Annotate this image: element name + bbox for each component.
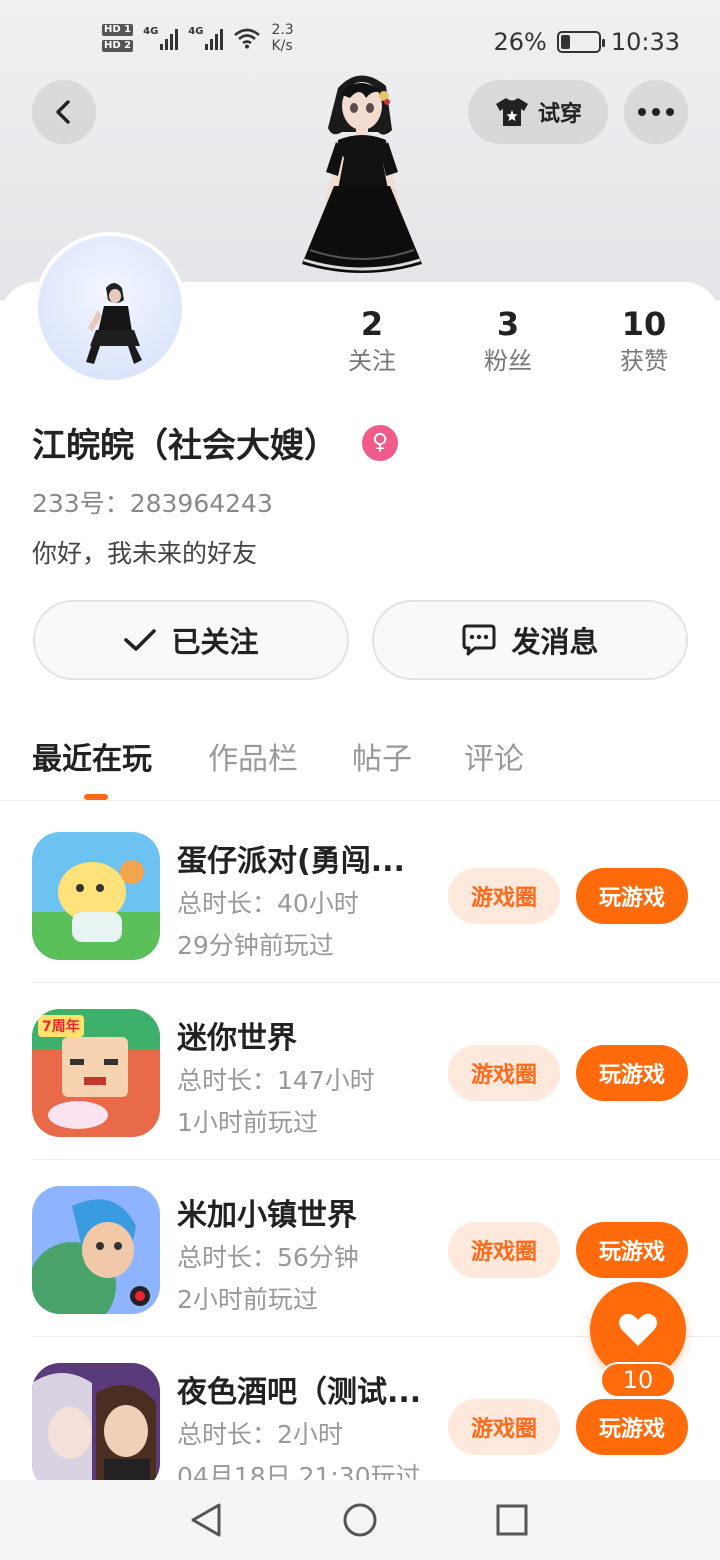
likes-count: 10 (621, 305, 667, 343)
user-bio: 你好，我未来的好友 (32, 539, 258, 568)
followed-label: 已关注 (171, 625, 259, 659)
following-count: 2 (360, 305, 384, 343)
game-last-played: 1小时前玩过 (177, 1108, 318, 1137)
tabs-divider (0, 800, 720, 801)
tab-posts[interactable]: 帖子 (352, 734, 412, 778)
try-on-label: 试穿 (537, 102, 582, 127)
name-row: 江皖皖（社会大嫂） ♀ (32, 418, 398, 467)
game-title: 迷你世界 (177, 1021, 297, 1056)
shirt-icon (495, 98, 528, 126)
back-button[interactable] (32, 80, 96, 144)
play-game-button[interactable]: 玩游戏 (576, 1222, 688, 1278)
like-count-badge: 10 (600, 1362, 676, 1398)
game-total-duration: 总时长：2小时 (177, 1420, 343, 1449)
user-id-value: 283964243 (129, 489, 273, 518)
battery-icon (556, 31, 605, 53)
nav-home-button[interactable] (340, 1500, 380, 1540)
game-title: 蛋仔派对(勇闯... (177, 844, 405, 879)
hd-indicators: HD 1 HD 2 (102, 24, 134, 52)
user-id[interactable]: 233号：283964243 (32, 484, 273, 520)
game-badge: 7周年 (38, 1015, 84, 1037)
female-gender-icon: ♀ (362, 424, 398, 461)
eggy-party-icon (32, 832, 160, 960)
chat-bubble-icon (462, 624, 496, 656)
signal-2-icon: 4G (188, 26, 224, 50)
game-last-played: 2小时前玩过 (177, 1285, 318, 1314)
followers-stat[interactable]: 3 粉丝 (448, 304, 568, 378)
game-last-played: 04月18日 21:30玩过 (177, 1462, 421, 1480)
likes-stat[interactable]: 10 获赞 (584, 304, 704, 378)
game-icon-miga-town[interactable] (32, 1186, 160, 1314)
followers-label: 粉丝 (484, 347, 532, 375)
nav-back-button[interactable] (186, 1500, 226, 1540)
send-message-label: 发消息 (511, 625, 599, 659)
clock: 10:33 (610, 28, 680, 56)
play-game-button[interactable]: 玩游戏 (576, 868, 688, 924)
status-left: HD 1 HD 2 4G 4G 2.3 K/s (102, 22, 294, 54)
heart-icon (619, 1313, 657, 1346)
battery-fill (560, 35, 570, 49)
following-label: 关注 (348, 347, 396, 375)
game-circle-button[interactable]: 游戏圈 (448, 868, 560, 924)
nav-recents-button[interactable] (492, 1500, 532, 1540)
game-icon-night-bar[interactable] (32, 1363, 160, 1480)
network-speed: 2.3 K/s (271, 22, 294, 54)
user-avatar[interactable] (34, 232, 186, 384)
game-row[interactable]: 7周年 迷你世界 总时长：147小时 1小时前玩过 游戏圈 玩游戏 (0, 983, 720, 1160)
likes-label: 获赞 (620, 347, 668, 375)
send-message-button[interactable]: 发消息 (372, 600, 688, 680)
checkmark-icon (124, 629, 157, 651)
following-stat[interactable]: 2 关注 (312, 304, 432, 378)
hd2-indicator: HD 2 (102, 40, 134, 52)
user-id-label: 233号： (32, 489, 130, 518)
more-dots-icon (638, 108, 674, 116)
followers-count: 3 (496, 305, 520, 343)
night-bar-icon (32, 1363, 160, 1480)
game-icon-eggy-party[interactable] (32, 832, 160, 960)
game-total-duration: 总时长：40小时 (177, 889, 359, 918)
play-game-button[interactable]: 玩游戏 (576, 1045, 688, 1101)
miga-town-icon (32, 1186, 160, 1314)
profile-stats: 2 关注 3 粉丝 10 获赞 (300, 304, 720, 384)
wifi-icon (234, 28, 261, 49)
game-circle-button[interactable]: 游戏圈 (448, 1045, 560, 1101)
tab-comments[interactable]: 评论 (464, 734, 524, 778)
hd1-indicator: HD 1 (102, 24, 134, 36)
more-button[interactable] (624, 80, 688, 144)
game-circle-button[interactable]: 游戏圈 (448, 1399, 560, 1455)
game-title: 米加小镇世界 (177, 1198, 357, 1233)
signal-1-icon: 4G (143, 26, 179, 50)
system-navigation-bar (0, 1480, 720, 1560)
game-title: 夜色酒吧（测试... (177, 1375, 422, 1410)
battery-percent: 26% (493, 28, 547, 56)
triangle-back-icon (191, 1503, 221, 1537)
user-name: 江皖皖（社会大嫂） (32, 426, 338, 466)
character-avatar-figure[interactable] (290, 68, 430, 282)
game-total-duration: 总时长：56分钟 (177, 1243, 359, 1272)
game-circle-button[interactable]: 游戏圈 (448, 1222, 560, 1278)
game-last-played: 29分钟前玩过 (177, 931, 334, 960)
try-on-button[interactable]: 试穿 (468, 80, 608, 144)
chevron-left-icon (56, 100, 70, 124)
avatar-figure (86, 283, 142, 364)
game-row[interactable]: 蛋仔派对(勇闯... 总时长：40小时 29分钟前玩过 游戏圈 玩游戏 (0, 806, 720, 983)
status-right: 26% 10:33 (493, 28, 680, 56)
followed-button[interactable]: 已关注 (33, 600, 349, 680)
tab-works[interactable]: 作品栏 (208, 734, 298, 778)
play-game-button[interactable]: 玩游戏 (576, 1399, 688, 1455)
game-total-duration: 总时长：147小时 (177, 1066, 375, 1095)
tab-recently-played[interactable]: 最近在玩 (32, 734, 152, 778)
circle-home-icon (343, 1503, 377, 1537)
square-recents-icon (496, 1504, 528, 1536)
game-icon-mini-world[interactable]: 7周年 (32, 1009, 160, 1137)
